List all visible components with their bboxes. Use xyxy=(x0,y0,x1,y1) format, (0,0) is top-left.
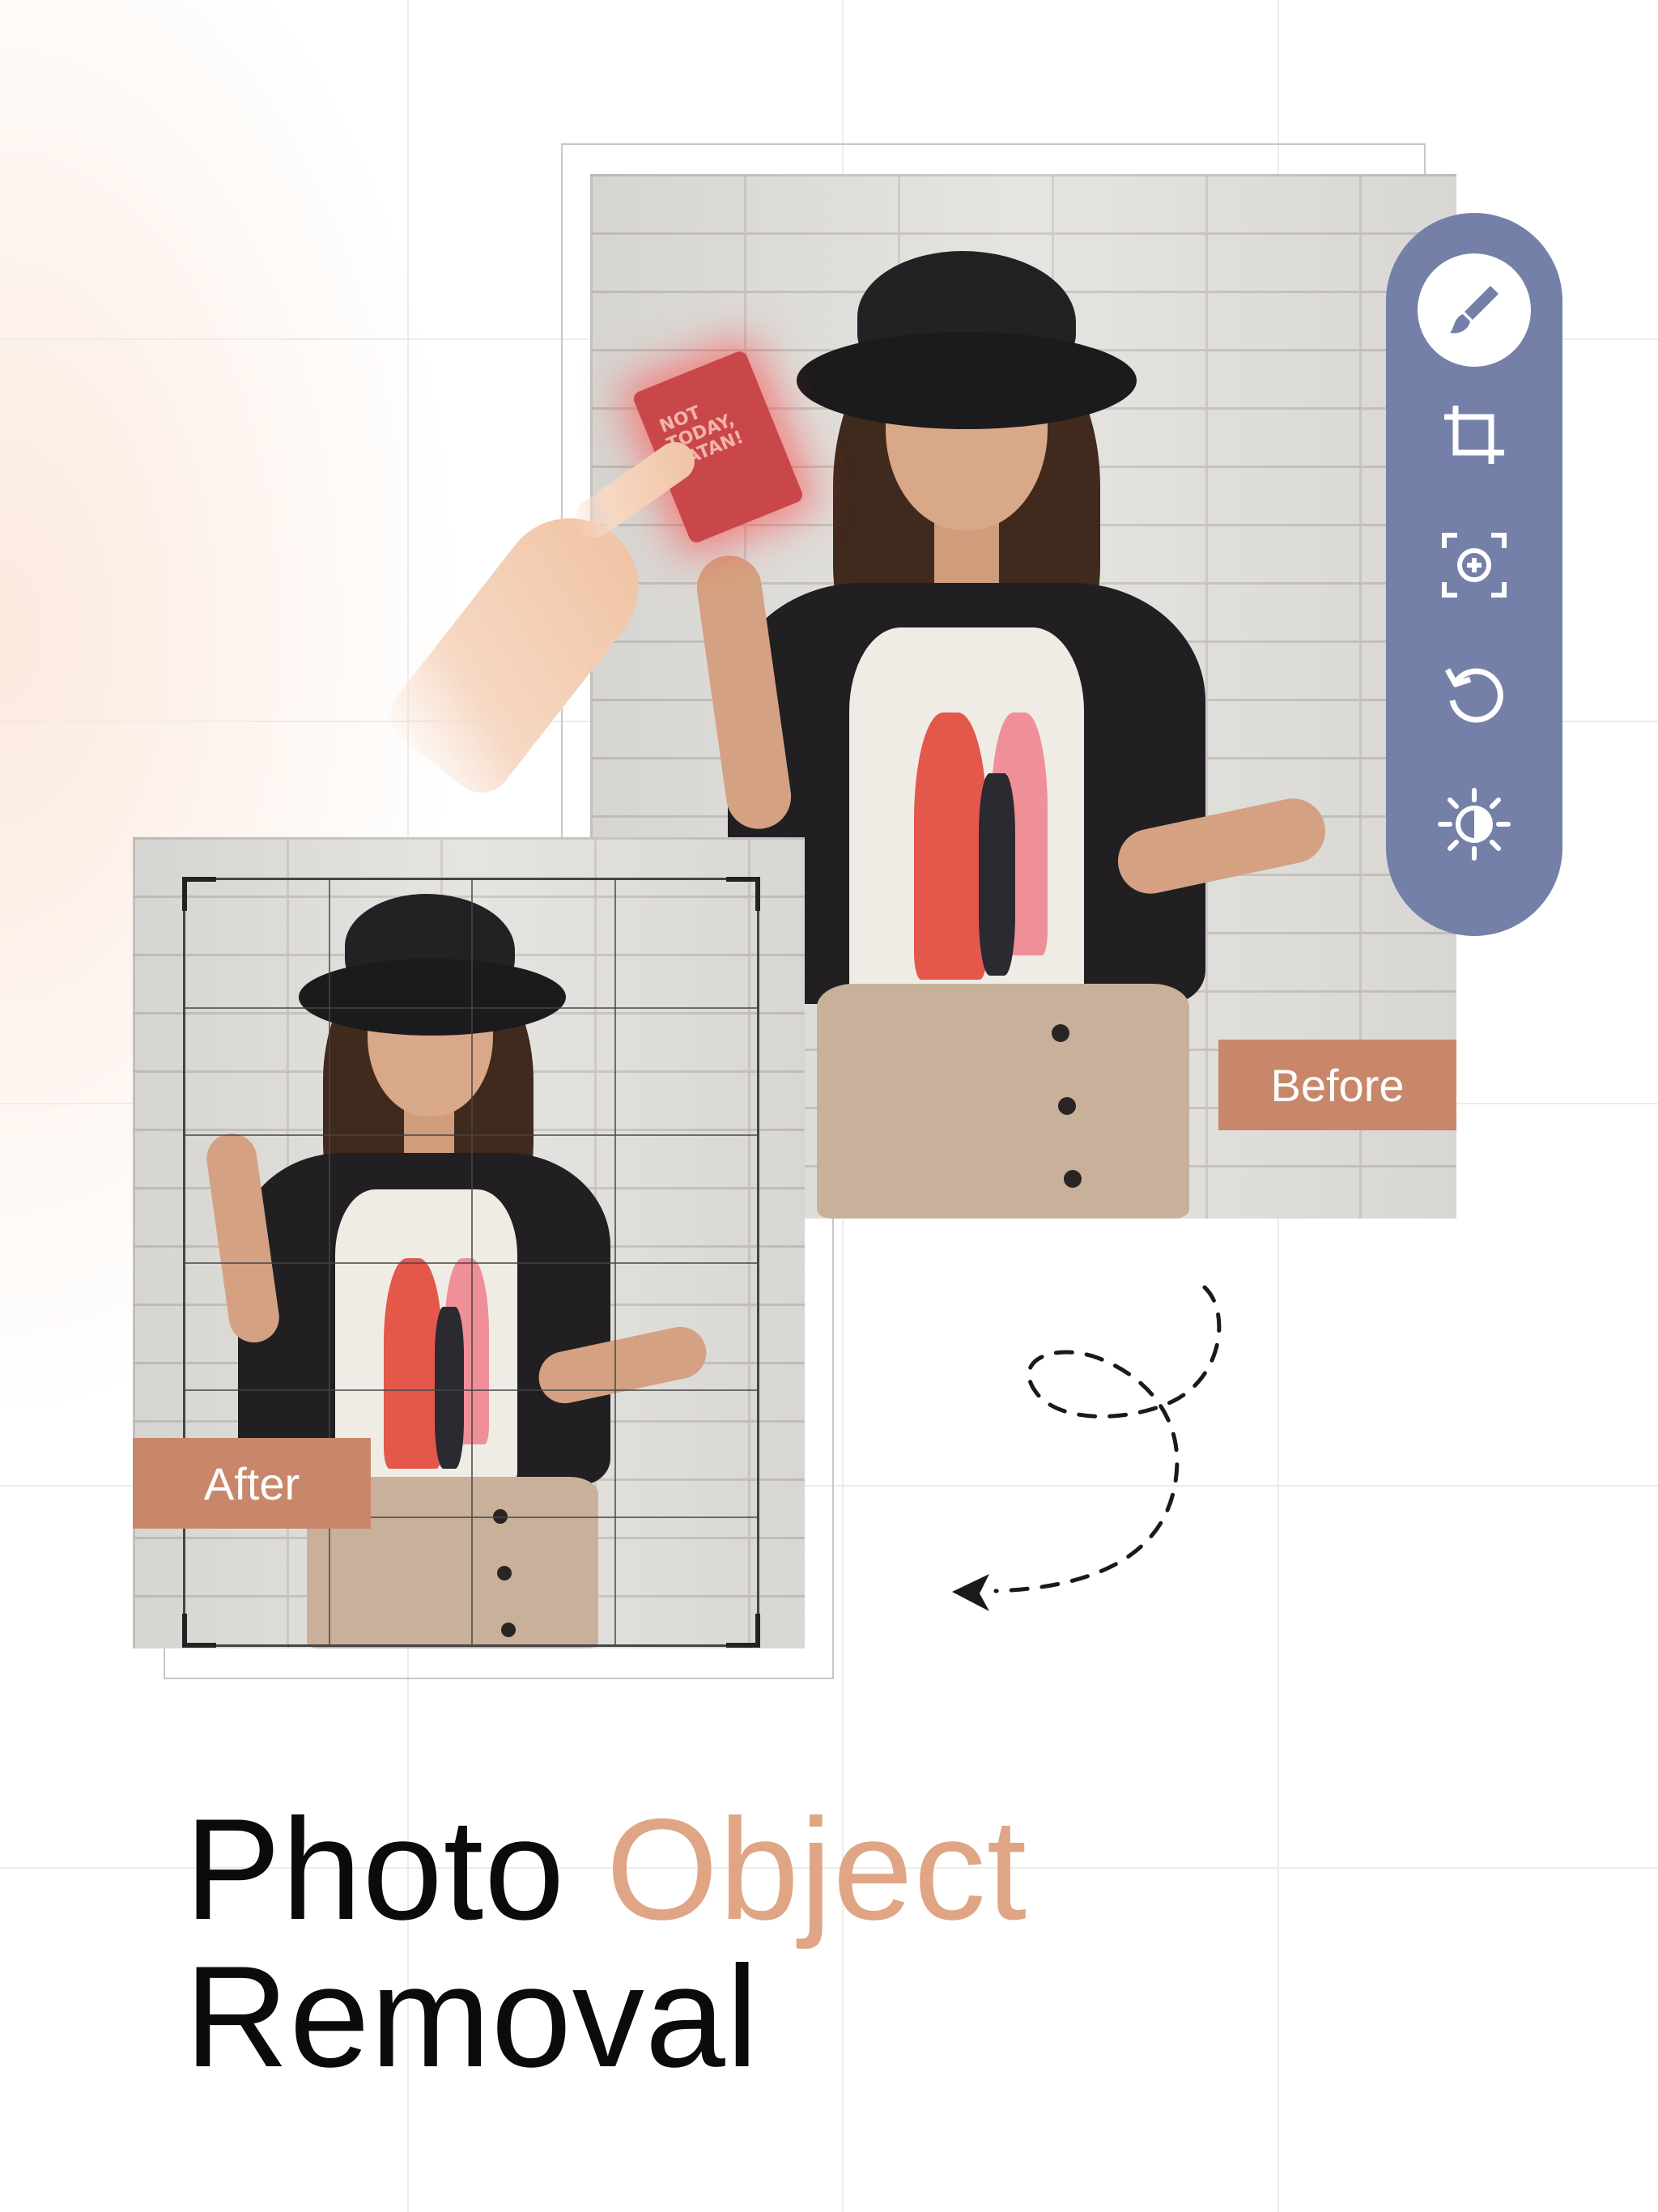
rotate-icon xyxy=(1444,668,1503,723)
after-label: After xyxy=(133,1438,371,1529)
crop-tool-button[interactable] xyxy=(1418,379,1531,492)
crop-corner-handle[interactable] xyxy=(726,1614,760,1648)
brightness-tool-button[interactable] xyxy=(1418,768,1531,881)
shirt-print-dark xyxy=(979,773,1015,976)
crop-corner-handle[interactable] xyxy=(726,877,760,911)
skirt-button xyxy=(1064,1170,1082,1188)
skirt xyxy=(817,984,1189,1219)
focus-add-icon xyxy=(1442,533,1507,598)
crop-grid-line xyxy=(185,1262,757,1264)
crop-grid-line xyxy=(185,1006,757,1009)
skirt-button xyxy=(1058,1097,1076,1115)
skirt-button xyxy=(1052,1024,1069,1042)
rotate-tool-button[interactable] xyxy=(1418,638,1531,751)
crop-corner-handle[interactable] xyxy=(182,877,216,911)
headline-word-object: Object xyxy=(606,1789,1028,1950)
headline: Photo Object Removal xyxy=(185,1797,1027,2092)
dashed-arrow-icon xyxy=(952,1285,1222,1611)
crop-grid-line xyxy=(185,1389,757,1391)
edit-toolbar xyxy=(1386,213,1562,936)
headline-line-1: Photo Object xyxy=(185,1797,1027,1945)
crop-grid-line xyxy=(185,1134,757,1137)
brush-icon xyxy=(1450,286,1499,334)
brush-tool-button[interactable] xyxy=(1418,253,1531,367)
hat-brim xyxy=(797,332,1137,429)
brightness-icon xyxy=(1438,788,1511,861)
crop-corner-handle[interactable] xyxy=(182,1614,216,1648)
headline-word-photo: Photo xyxy=(185,1789,566,1950)
focus-add-tool-button[interactable] xyxy=(1418,508,1531,622)
before-label: Before xyxy=(1218,1040,1456,1130)
crop-grid[interactable] xyxy=(182,877,760,1648)
crop-icon xyxy=(1444,406,1504,464)
shirt-print-red xyxy=(914,713,987,980)
headline-line-2: Removal xyxy=(185,1936,759,2097)
